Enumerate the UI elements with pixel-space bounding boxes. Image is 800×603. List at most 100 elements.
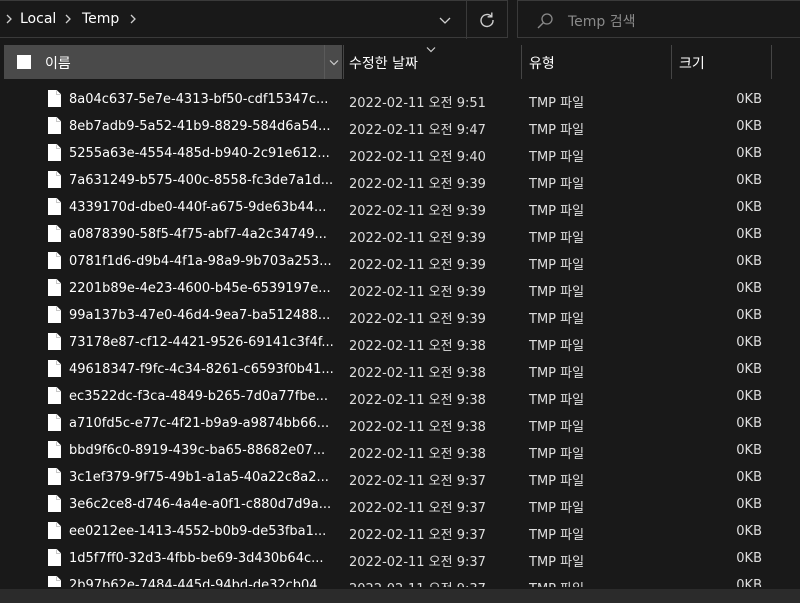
file-row[interactable]: 3c1ef379-9f75-49b1-a1a5-40a22c8a2... 2022… bbox=[0, 465, 800, 492]
file-name[interactable]: 2201b89e-4e23-4600-b45e-6539197e... bbox=[69, 281, 331, 296]
file-name[interactable]: 8eb7adb9-5a52-41b9-8829-584d6a54... bbox=[69, 119, 330, 134]
file-name[interactable]: a710fd5c-e77c-4f21-b9a9-a9874bb66... bbox=[69, 416, 329, 431]
file-date-modified: 2022-02-11 오전 9:37 bbox=[349, 528, 486, 543]
file-row[interactable]: 99a137b3-47e0-46d4-9ea7-ba512488... 2022-… bbox=[0, 303, 800, 330]
file-icon bbox=[48, 306, 61, 323]
file-icon bbox=[48, 468, 61, 485]
file-row[interactable]: ee0212ee-1413-4552-b0b9-de53fba1... 2022-… bbox=[0, 519, 800, 546]
file-icon bbox=[48, 117, 61, 134]
file-name[interactable]: 1d5f7ff0-32d3-4fbb-be69-3d430b64c... bbox=[69, 551, 324, 566]
file-size: 0KB bbox=[736, 146, 762, 161]
file-size: 0KB bbox=[736, 443, 762, 458]
file-icon bbox=[48, 225, 61, 242]
file-type: TMP 파일 bbox=[529, 528, 585, 543]
file-row[interactable]: ec3522dc-f3ca-4849-b265-7d0a77fbe... 2022… bbox=[0, 384, 800, 411]
file-row[interactable]: 3e6c2ce8-d746-4a4e-a0f1-c880d7d9a... 2022… bbox=[0, 492, 800, 519]
file-type: TMP 파일 bbox=[529, 578, 584, 587]
file-row[interactable]: 5255a63e-4554-485d-b940-2c91e612... 2022-… bbox=[0, 141, 800, 168]
file-size: 0KB bbox=[736, 578, 762, 587]
refresh-icon bbox=[480, 12, 494, 28]
file-type: TMP 파일 bbox=[529, 204, 585, 219]
file-icon bbox=[48, 360, 61, 377]
file-type: TMP 파일 bbox=[529, 501, 585, 516]
file-type: TMP 파일 bbox=[529, 231, 585, 246]
search-box[interactable]: Temp 검색 bbox=[517, 0, 800, 38]
file-icon bbox=[48, 198, 61, 215]
file-name[interactable]: a0878390-58f5-4f75-abf7-4a2c34749... bbox=[69, 227, 327, 242]
address-bar[interactable]: Local Temp bbox=[0, 0, 508, 39]
file-type: TMP 파일 bbox=[529, 312, 585, 327]
breadcrumb-temp[interactable]: Temp bbox=[82, 11, 119, 27]
column-filter-dropdown[interactable] bbox=[324, 45, 342, 79]
file-size: 0KB bbox=[736, 200, 762, 215]
file-row[interactable]: 1d5f7ff0-32d3-4fbb-be69-3d430b64c... 2022… bbox=[0, 546, 800, 573]
address-history-dropdown-icon[interactable] bbox=[436, 10, 454, 30]
file-date-modified: 2022-02-11 오전 9:37 bbox=[349, 578, 486, 587]
horizontal-scrollbar[interactable] bbox=[0, 589, 800, 603]
file-type: TMP 파일 bbox=[529, 96, 585, 111]
chevron-right-icon[interactable] bbox=[128, 12, 138, 26]
file-row[interactable]: bbd9f6c0-8919-439c-ba65-88682e07... 2022-… bbox=[0, 438, 800, 465]
column-header-name[interactable]: 이름 bbox=[4, 45, 342, 79]
select-all-checkbox[interactable] bbox=[17, 55, 31, 69]
column-header-size[interactable]: 크기 bbox=[679, 53, 705, 73]
file-type: TMP 파일 bbox=[529, 123, 585, 138]
refresh-button[interactable] bbox=[466, 1, 506, 39]
file-name[interactable]: 8a04c637-5e7e-4313-bf50-cdf15347c... bbox=[69, 92, 328, 107]
file-date-modified: 2022-02-11 오전 9:37 bbox=[349, 555, 486, 570]
chevron-right-icon[interactable] bbox=[4, 12, 14, 26]
column-header-type[interactable]: 유형 bbox=[529, 53, 555, 73]
chevron-right-icon[interactable] bbox=[63, 12, 73, 26]
file-icon bbox=[48, 495, 61, 512]
file-name[interactable]: 0781f1d6-d9b4-4f1a-98a9-9b703a253... bbox=[69, 254, 332, 269]
file-name[interactable]: 4339170d-dbe0-440f-a675-9de63b44... bbox=[69, 200, 326, 215]
file-icon bbox=[48, 171, 61, 188]
file-row[interactable]: 0781f1d6-d9b4-4f1a-98a9-9b703a253... 2022… bbox=[0, 249, 800, 276]
file-row[interactable]: a710fd5c-e77c-4f21-b9a9-a9874bb66... 2022… bbox=[0, 411, 800, 438]
file-row[interactable]: 2201b89e-4e23-4600-b45e-6539197e... 2022-… bbox=[0, 276, 800, 303]
file-date-modified: 2022-02-11 오전 9:39 bbox=[349, 231, 486, 246]
file-name[interactable]: 7a631249-b575-400c-8558-fc3de7a1d... bbox=[69, 173, 333, 188]
column-divider[interactable] bbox=[771, 45, 772, 79]
file-name[interactable]: 5255a63e-4554-485d-b940-2c91e612... bbox=[69, 146, 330, 161]
file-name[interactable]: ee0212ee-1413-4552-b0b9-de53fba1... bbox=[69, 524, 326, 539]
search-icon bbox=[537, 13, 553, 29]
file-name[interactable]: 3c1ef379-9f75-49b1-a1a5-40a22c8a2... bbox=[69, 470, 329, 485]
file-size: 0KB bbox=[736, 335, 762, 350]
file-icon bbox=[48, 549, 61, 566]
file-name[interactable]: 99a137b3-47e0-46d4-9ea7-ba512488... bbox=[69, 308, 330, 323]
file-name[interactable]: 3e6c2ce8-d746-4a4e-a0f1-c880d7d9a... bbox=[69, 497, 331, 512]
file-row[interactable]: 73178e87-cf12-4421-9526-69141c3f4f... 202… bbox=[0, 330, 800, 357]
file-size: 0KB bbox=[736, 227, 762, 242]
file-row[interactable]: 8eb7adb9-5a52-41b9-8829-584d6a54... 2022-… bbox=[0, 114, 800, 141]
file-name[interactable]: 49618347-f9fc-4c34-8261-c6593f0b41... bbox=[69, 362, 334, 377]
file-list: 8a04c637-5e7e-4313-bf50-cdf15347c... 2022… bbox=[0, 87, 800, 587]
file-row[interactable]: 8a04c637-5e7e-4313-bf50-cdf15347c... 2022… bbox=[0, 87, 800, 114]
file-type: TMP 파일 bbox=[529, 474, 585, 489]
file-date-modified: 2022-02-11 오전 9:51 bbox=[349, 96, 486, 111]
file-row[interactable]: 7a631249-b575-400c-8558-fc3de7a1d... 2022… bbox=[0, 168, 800, 195]
file-name[interactable]: 73178e87-cf12-4421-9526-69141c3f4f... bbox=[69, 335, 334, 350]
breadcrumb-local[interactable]: Local bbox=[20, 11, 56, 27]
column-divider[interactable] bbox=[671, 45, 672, 79]
file-row[interactable]: 2b97b62e-7484-445d-94bd-de32cb04... 2022-… bbox=[0, 573, 800, 587]
file-size: 0KB bbox=[736, 470, 762, 485]
file-size: 0KB bbox=[736, 497, 762, 512]
file-row[interactable]: a0878390-58f5-4f75-abf7-4a2c34749... 2022… bbox=[0, 222, 800, 249]
file-row[interactable]: 49618347-f9fc-4c34-8261-c6593f0b41... 202… bbox=[0, 357, 800, 384]
column-divider[interactable] bbox=[521, 45, 522, 79]
column-divider[interactable] bbox=[343, 45, 344, 79]
file-row[interactable]: 4339170d-dbe0-440f-a675-9de63b44... 2022-… bbox=[0, 195, 800, 222]
file-type: TMP 파일 bbox=[529, 393, 585, 408]
file-date-modified: 2022-02-11 오전 9:39 bbox=[349, 204, 486, 219]
file-icon bbox=[48, 144, 61, 161]
file-name[interactable]: ec3522dc-f3ca-4849-b265-7d0a77fbe... bbox=[69, 389, 328, 404]
file-size: 0KB bbox=[736, 551, 762, 566]
file-name[interactable]: bbd9f6c0-8919-439c-ba65-88682e07... bbox=[69, 443, 325, 458]
file-date-modified: 2022-02-11 오전 9:40 bbox=[349, 150, 486, 165]
file-name[interactable]: 2b97b62e-7484-445d-94bd-de32cb04... bbox=[69, 578, 330, 587]
file-size: 0KB bbox=[736, 308, 762, 323]
sort-chevron-icon bbox=[426, 47, 436, 53]
file-type: TMP 파일 bbox=[529, 177, 585, 192]
column-header-date-modified[interactable]: 수정한 날짜 bbox=[349, 53, 418, 73]
